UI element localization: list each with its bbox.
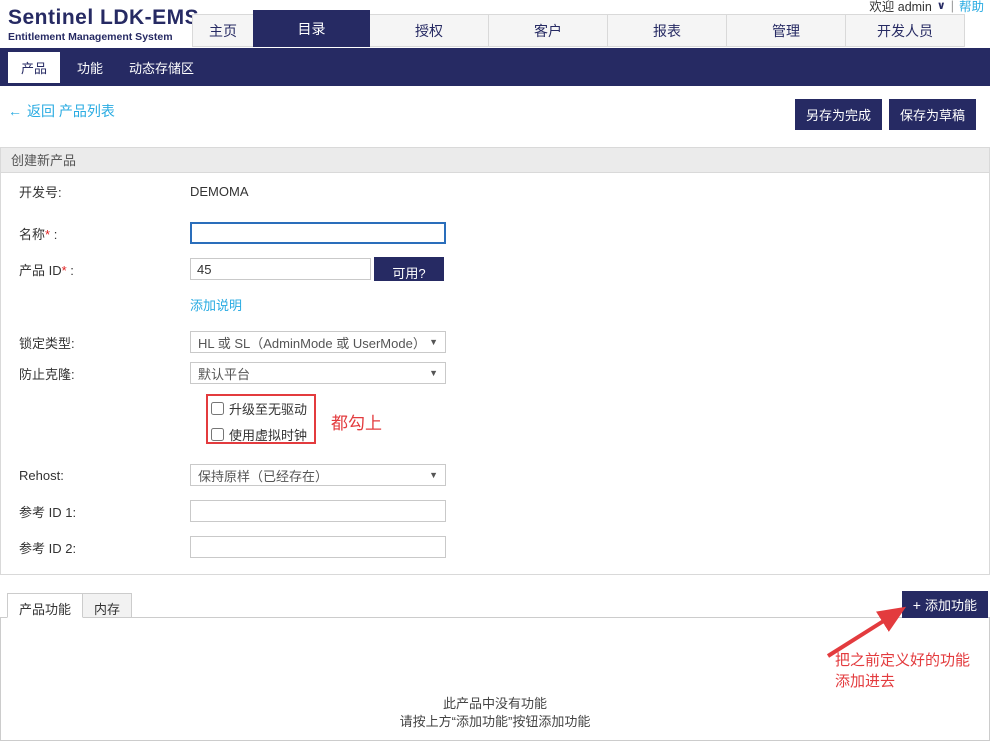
virtual-clock-checkbox-input[interactable] [211, 428, 224, 441]
clone-protection-row: 防止克隆: 默认平台 ▼ [1, 361, 989, 385]
annotation-note-line1: 把之前定义好的功能 [835, 650, 970, 671]
empty-state-message: 此产品中没有功能 请按上方“添加功能”按钮添加功能 [1, 695, 989, 731]
add-description-row: 添加说明 [1, 292, 989, 316]
rehost-label: Rehost: [1, 468, 190, 483]
ref-id1-label: 参考 ID 1: [1, 502, 190, 521]
back-arrow-icon: ← [8, 103, 22, 119]
name-label: 名称* : [1, 224, 190, 243]
product-id-input[interactable] [190, 258, 371, 280]
features-section: 产品功能 内存 + 添加功能 此产品中没有功能 请按上方“添加功能”按钮添加功能… [0, 593, 990, 741]
tab-memory-data[interactable]: 内存 [82, 593, 132, 618]
panel-title: 创建新产品 [1, 148, 989, 173]
lock-type-select[interactable]: HL 或 SL（AdminMode 或 UserMode） ▼ [190, 331, 446, 353]
lock-type-label: 锁定类型: [1, 333, 190, 352]
tab-reports[interactable]: 报表 [607, 14, 727, 47]
dropdown-arrow-icon: ▼ [429, 337, 438, 347]
ref-id2-input[interactable] [190, 536, 446, 558]
tab-entitlements[interactable]: 授权 [369, 14, 489, 47]
ref-id1-input[interactable] [190, 500, 446, 522]
vendor-id-row: 开发号: DEMOMA [1, 179, 989, 203]
clone-protection-select[interactable]: 默认平台 ▼ [190, 362, 446, 384]
name-row: 名称* : [1, 221, 989, 245]
tab-product-features[interactable]: 产品功能 [7, 593, 83, 618]
rehost-row: Rehost: 保持原样（已经存在） ▼ [1, 463, 989, 487]
annotation-note: 把之前定义好的功能 添加进去 [835, 650, 970, 692]
plus-icon: + [913, 597, 921, 613]
subtab-features[interactable]: 功能 [64, 52, 116, 83]
back-link[interactable]: ← 返回 产品列表 [8, 101, 115, 121]
tab-catalog[interactable]: 目录 [253, 10, 370, 47]
vendor-id-label: 开发号: [1, 182, 190, 201]
tab-home[interactable]: 主页 [192, 14, 254, 47]
clone-protection-label: 防止克隆: [1, 364, 190, 383]
add-description-link[interactable]: 添加说明 [190, 295, 242, 314]
ref-id2-row: 参考 ID 2: [1, 535, 989, 559]
top-header: Sentinel LDK-EMS Entitlement Management … [0, 0, 990, 48]
product-id-row: 产品 ID* : 可用? [1, 257, 989, 281]
logo-title: Sentinel LDK-EMS [8, 6, 199, 30]
add-feature-label: 添加功能 [925, 595, 977, 614]
annotation-check-both: 都勾上 [331, 409, 382, 434]
features-tabs: 产品功能 内存 + 添加功能 [0, 593, 990, 618]
subtab-products[interactable]: 产品 [8, 52, 60, 83]
check-available-button[interactable]: 可用? [374, 257, 444, 281]
toolbar-buttons: 另存为完成 保存为草稿 [795, 99, 976, 130]
create-product-form: 开发号: DEMOMA 名称* : 产品 ID* : 可用? 添加说明 锁定类型… [1, 173, 989, 574]
vendor-id-value: DEMOMA [190, 184, 249, 199]
save-as-draft-button[interactable]: 保存为草稿 [889, 99, 976, 130]
empty-line2: 请按上方“添加功能”按钮添加功能 [1, 713, 989, 731]
save-as-complete-button[interactable]: 另存为完成 [795, 99, 882, 130]
annotation-note-line2: 添加进去 [835, 671, 970, 692]
sub-nav: 产品 功能 动态存储区 [0, 48, 990, 86]
virtual-clock-label: 使用虚拟时钟 [229, 425, 307, 444]
empty-line1: 此产品中没有功能 [1, 695, 989, 713]
tab-customers[interactable]: 客户 [488, 14, 608, 47]
upgrade-driverless-checkbox-input[interactable] [211, 402, 224, 415]
name-input[interactable] [190, 222, 446, 244]
logo-subtitle: Entitlement Management System [8, 31, 199, 43]
back-link-label: 返回 产品列表 [27, 101, 115, 121]
main-nav: 主页 目录 授权 客户 报表 管理 开发人员 [193, 10, 965, 47]
dropdown-arrow-icon: ▼ [429, 368, 438, 378]
dropdown-arrow-icon: ▼ [429, 470, 438, 480]
ref-id1-row: 参考 ID 1: [1, 499, 989, 523]
rehost-value: 保持原样（已经存在） [198, 466, 328, 485]
add-feature-button[interactable]: + 添加功能 [902, 591, 988, 618]
tab-developers[interactable]: 开发人员 [845, 14, 965, 47]
product-id-label: 产品 ID* : [1, 260, 190, 279]
lock-type-value: HL 或 SL（AdminMode 或 UserMode） [198, 333, 426, 352]
lock-type-row: 锁定类型: HL 或 SL（AdminMode 或 UserMode） ▼ [1, 330, 989, 354]
ref-id2-label: 参考 ID 2: [1, 538, 190, 557]
clone-protection-value: 默认平台 [198, 364, 250, 383]
toolbar-row: ← 返回 产品列表 另存为完成 保存为草稿 [0, 86, 990, 147]
subtab-memory[interactable]: 动态存储区 [116, 52, 207, 83]
virtual-clock-checkbox[interactable]: 使用虚拟时钟 [211, 426, 307, 442]
upgrade-driverless-label: 升级至无驱动 [229, 399, 307, 418]
create-product-panel: 创建新产品 开发号: DEMOMA 名称* : 产品 ID* : 可用? 添加说… [0, 147, 990, 575]
app-logo: Sentinel LDK-EMS Entitlement Management … [8, 6, 199, 43]
tab-administration[interactable]: 管理 [726, 14, 846, 47]
rehost-select[interactable]: 保持原样（已经存在） ▼ [190, 464, 446, 486]
upgrade-driverless-checkbox[interactable]: 升级至无驱动 [211, 400, 307, 416]
